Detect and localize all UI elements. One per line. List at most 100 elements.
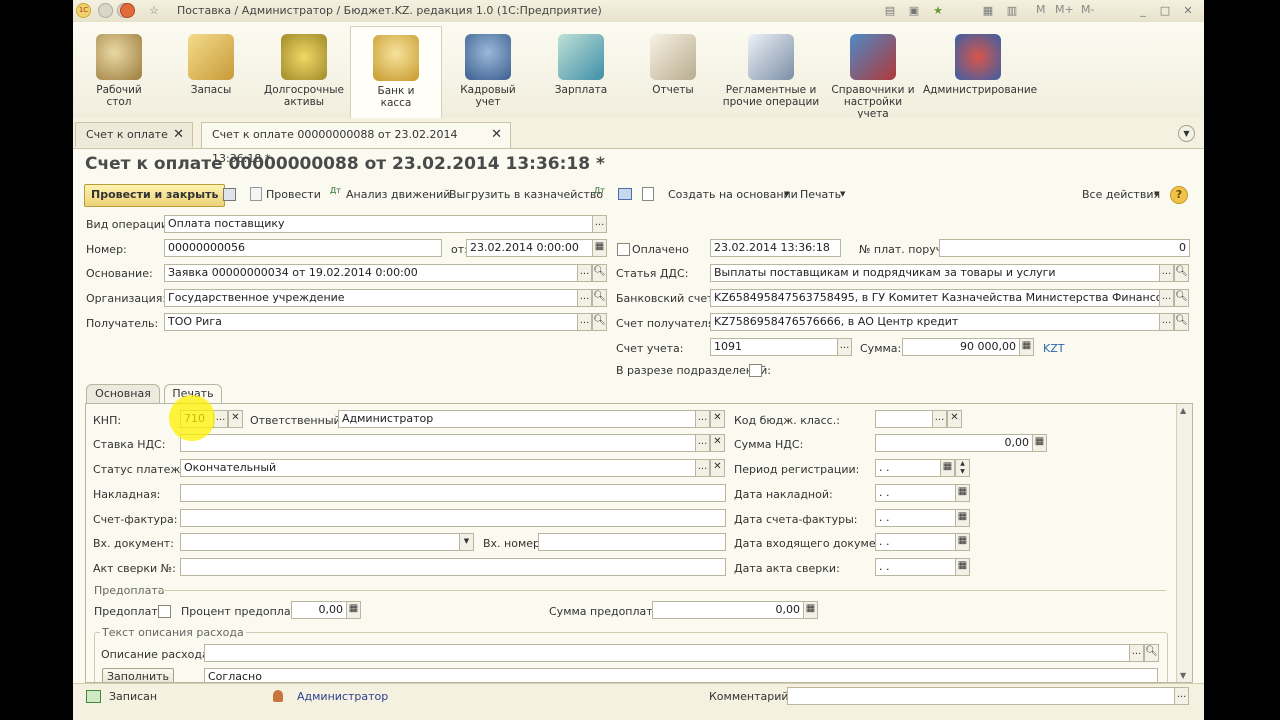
incoming-doc-dropdown[interactable] [180, 533, 460, 551]
section-reports[interactable]: Отчеты [638, 26, 708, 96]
section-catalogs[interactable]: Справочники и настройки учета [829, 26, 917, 120]
prepayment-checkbox[interactable] [158, 605, 171, 618]
favorite-star-icon[interactable]: ☆ [147, 4, 161, 18]
chevron-down-icon[interactable]: ▼ [459, 533, 474, 551]
organization-field[interactable]: Государственное учреждение [164, 289, 578, 307]
waybill-date-field[interactable]: . . [875, 484, 956, 502]
bank-account-select-button[interactable]: ... [1159, 289, 1174, 307]
reg-period-field[interactable]: . . [875, 459, 941, 477]
recipient-field[interactable]: ТОО Рига [164, 313, 578, 331]
responsible-clear-icon[interactable]: ✕ [710, 410, 725, 428]
section-hr[interactable]: Кадровый учет [453, 26, 523, 108]
knp-clear-icon[interactable]: ✕ [228, 410, 243, 428]
post-button[interactable]: Провести [266, 188, 321, 201]
section-salary[interactable]: Зарплата [546, 26, 616, 96]
responsible-select-button[interactable]: ... [695, 410, 710, 428]
save-icon[interactable] [223, 188, 236, 201]
reconciliation-date-field[interactable]: . . [875, 558, 956, 576]
app-logo-icon[interactable]: 1С [76, 3, 91, 18]
payment-status-field[interactable]: Окончательный [180, 459, 696, 477]
calendar-icon[interactable]: ▦ [955, 558, 970, 576]
number-field[interactable]: 00000000056 [164, 239, 442, 257]
bank-account-field[interactable]: KZ658495847563758495, в ГУ Комитет Казна… [710, 289, 1160, 307]
section-fixed-assets[interactable]: Долгосрочные активы [263, 26, 345, 108]
calculator-icon[interactable]: ▦ [981, 4, 995, 18]
back-icon[interactable] [98, 3, 113, 18]
calendar-icon[interactable]: ▦ [940, 459, 955, 477]
close-tab-icon[interactable]: ✕ [491, 123, 502, 147]
basis-search-icon[interactable]: 🔍︎ [592, 264, 607, 282]
post-and-close-button[interactable]: Провести и закрыть [84, 184, 226, 207]
vat-rate-clear-icon[interactable]: ✕ [710, 434, 725, 452]
section-regulated-ops[interactable]: Регламентные и прочие операции [721, 26, 821, 108]
waybill-field[interactable] [180, 484, 726, 502]
section-desktop[interactable]: Рабочий стол [83, 26, 155, 108]
calendar-icon[interactable]: ▦ [955, 484, 970, 502]
calendar-icon[interactable]: ▦ [592, 239, 607, 257]
invoice-field[interactable] [180, 509, 726, 527]
account-select-button[interactable]: ... [837, 338, 852, 356]
responsible-field[interactable]: Администратор [338, 410, 696, 428]
reconciliation-field[interactable] [180, 558, 726, 576]
section-bank-cash[interactable]: Банк и касса [350, 26, 442, 119]
help-button[interactable]: ? [1170, 186, 1188, 204]
bank-account-search-icon[interactable]: 🔍︎ [1174, 289, 1189, 307]
calculator-icon[interactable]: ▦ [346, 601, 361, 619]
payment-status-select-button[interactable]: ... [695, 459, 710, 477]
comment-field[interactable] [787, 687, 1175, 705]
section-administration[interactable]: Администрирование [923, 26, 1037, 96]
post-icon[interactable] [250, 187, 262, 201]
period-stepper[interactable]: ▲ ▼ [955, 459, 970, 477]
all-actions-dropdown[interactable]: Все действия [1082, 188, 1160, 201]
preview-icon[interactable]: ▣ [907, 4, 921, 18]
by-division-checkbox[interactable] [749, 364, 762, 377]
close-tab-icon[interactable]: ✕ [173, 123, 184, 147]
movements-button[interactable]: Анализ движений [346, 188, 450, 201]
budget-class-clear-icon[interactable]: ✕ [947, 410, 962, 428]
prepay-percent-field[interactable]: 0,00 [291, 601, 347, 619]
account-field[interactable]: 1091 [710, 338, 838, 356]
recipient-account-search-icon[interactable]: 🔍︎ [1174, 313, 1189, 331]
calculator-icon[interactable]: ▦ [803, 601, 818, 619]
expense-desc-field[interactable] [204, 644, 1130, 662]
knp-select-button[interactable]: ... [213, 410, 228, 428]
memory-m-plus-button[interactable]: M+ [1055, 3, 1074, 16]
export-treasury-button[interactable]: Выгрузить в казначейство [449, 188, 603, 201]
calendar-icon[interactable]: ▦ [955, 533, 970, 551]
vat-rate-select-button[interactable]: ... [695, 434, 710, 452]
panel-scrollbar[interactable]: ▲ ▼ [1176, 404, 1192, 682]
print-icon[interactable]: ▤ [883, 4, 897, 18]
scroll-down-icon[interactable]: ▼ [1180, 671, 1186, 680]
calculator-icon[interactable]: ▦ [1019, 338, 1034, 356]
incoming-no-field[interactable] [538, 533, 726, 551]
sum-field[interactable]: 90 000,00 [902, 338, 1020, 356]
payment-status-clear-icon[interactable]: ✕ [710, 459, 725, 477]
recipient-account-select-button[interactable]: ... [1159, 313, 1174, 331]
user-link[interactable]: Администратор [297, 690, 388, 703]
create-based-on-dropdown[interactable]: Создать на основании [668, 188, 798, 201]
minimize-icon[interactable]: _ [1136, 4, 1150, 18]
tab-main[interactable]: Основная [86, 384, 160, 404]
favorites-add-icon[interactable]: ★ [931, 4, 945, 18]
date-field[interactable]: 23.02.2014 0:00:00 [466, 239, 594, 257]
paid-date-field[interactable]: 23.02.2014 13:36:18 [710, 239, 841, 257]
document-icon[interactable] [642, 187, 654, 201]
scroll-up-icon[interactable]: ▲ [1180, 406, 1186, 415]
budget-class-select-button[interactable]: ... [932, 410, 947, 428]
incoming-date-field[interactable]: . . [875, 533, 956, 551]
comment-select-button[interactable]: ... [1174, 687, 1189, 705]
memory-m-button[interactable]: M [1036, 3, 1046, 16]
operation-field[interactable]: Оплата поставщику [164, 215, 594, 233]
operation-select-button[interactable]: ... [592, 215, 607, 233]
dds-select-button[interactable]: ... [1159, 264, 1174, 282]
expense-text-area[interactable]: Согласно [204, 668, 1158, 682]
close-window-icon[interactable] [120, 3, 135, 18]
calendar-icon[interactable]: ▦ [955, 509, 970, 527]
basis-select-button[interactable]: ... [577, 264, 592, 282]
calendar-icon[interactable]: ▥ [1005, 4, 1019, 18]
paid-checkbox[interactable] [617, 243, 630, 256]
dt-kt-icon[interactable]: Дт [594, 186, 608, 201]
vat-sum-field[interactable]: 0,00 [875, 434, 1033, 452]
expense-desc-search-icon[interactable]: 🔍︎ [1144, 644, 1159, 662]
calculator-icon[interactable]: ▦ [1032, 434, 1047, 452]
